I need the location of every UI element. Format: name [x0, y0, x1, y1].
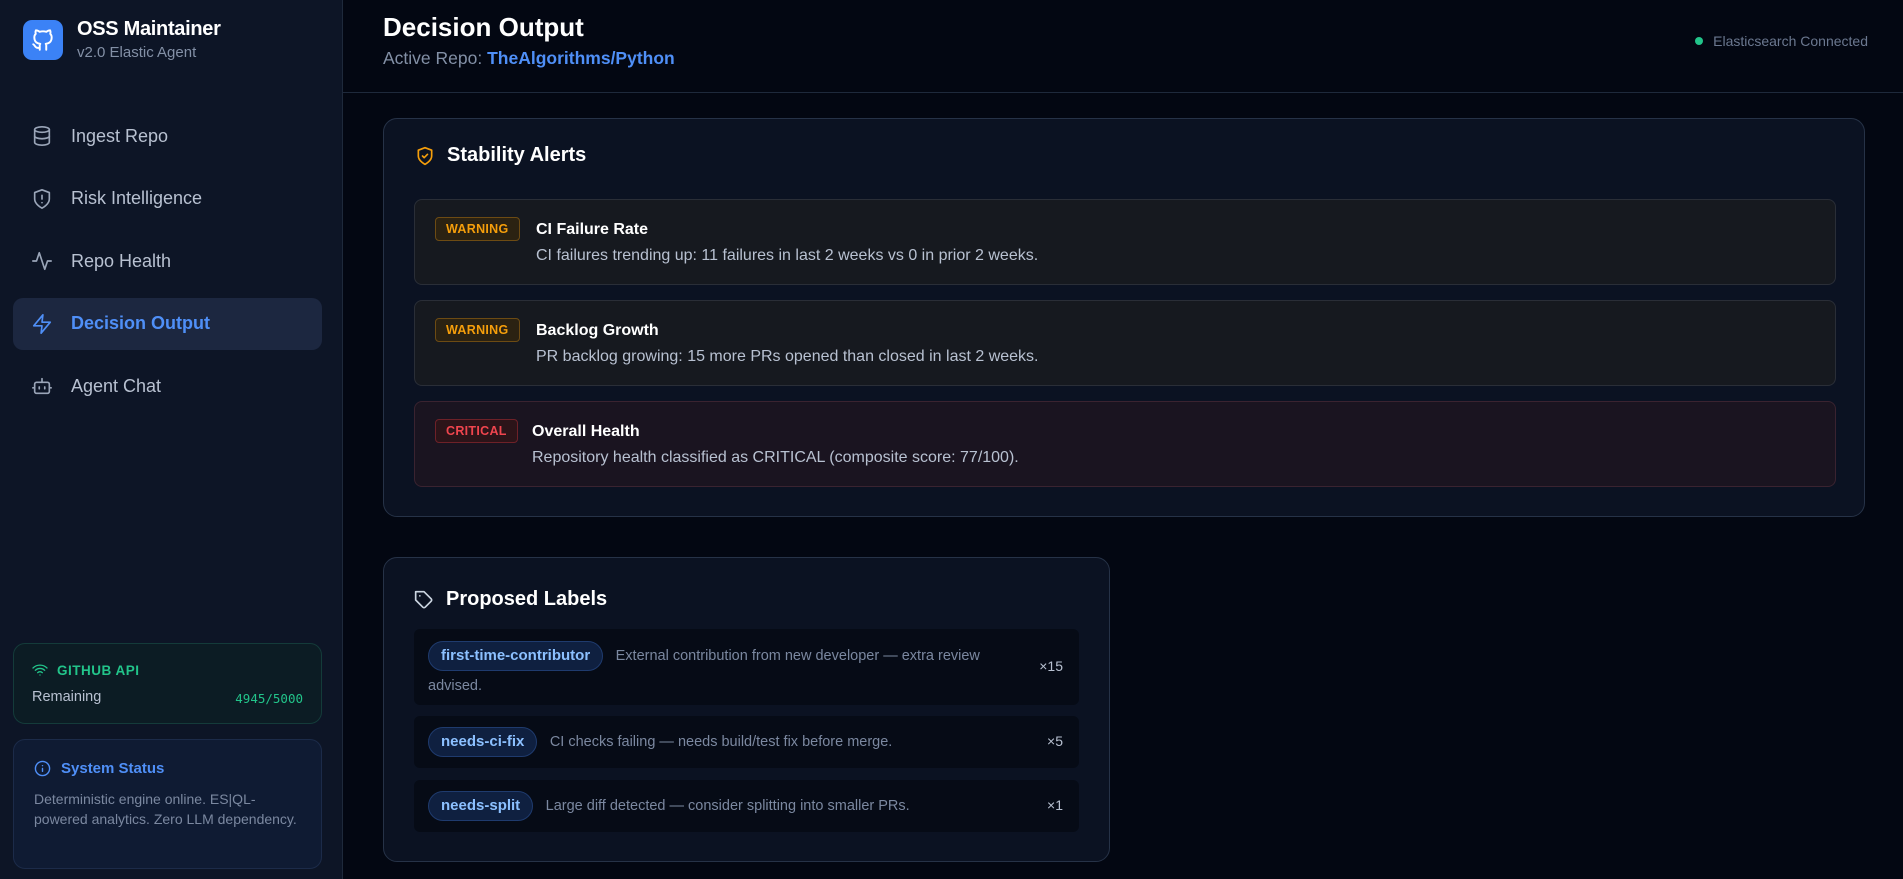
alert-card: WARNING Backlog Growth PR backlog growin… — [414, 300, 1836, 386]
info-icon — [34, 760, 51, 777]
label-count: ×5 — [1047, 733, 1063, 749]
brand: OSS Maintainer v2.0 Elastic Agent — [23, 18, 221, 61]
alert-description: Repository health classified as CRITICAL… — [532, 449, 1019, 466]
sidebar: OSS Maintainer v2.0 Elastic Agent Ingest… — [0, 0, 343, 879]
wifi-icon — [32, 664, 48, 676]
label-count: ×15 — [1039, 658, 1063, 674]
alert-title: Backlog Growth — [536, 322, 659, 339]
label-chip[interactable]: first-time-contributor — [428, 641, 604, 671]
sidebar-item-repo-health[interactable]: Repo Health — [13, 235, 322, 287]
label-row: first-time-contributor External contribu… — [414, 629, 1079, 705]
severity-badge: CRITICAL — [435, 419, 518, 443]
active-repo-link[interactable]: TheAlgorithms/Python — [487, 48, 675, 68]
label-description: CI checks failing — needs build/test fix… — [549, 734, 893, 750]
sidebar-item-label: Decision Output — [71, 313, 210, 333]
sidebar-item-decision-output[interactable]: Decision Output — [13, 297, 322, 350]
alert-card: CRITICAL Overall Health Repository healt… — [414, 401, 1836, 487]
alert-card: WARNING CI Failure Rate CI failures tren… — [414, 199, 1836, 285]
remaining-value: 4945/5000 — [235, 691, 303, 706]
sidebar-item-agent-chat[interactable]: Agent Chat — [13, 360, 322, 412]
sidebar-item-label: Repo Health — [71, 250, 172, 271]
sidebar-item-label: Risk Intelligence — [71, 188, 203, 208]
bot-icon — [32, 377, 52, 395]
alert-description: PR backlog growing: 15 more PRs opened t… — [536, 348, 1039, 365]
sidebar-item-ingest-repo[interactable]: Ingest Repo — [13, 110, 322, 162]
sidebar-item-label: Ingest Repo — [71, 125, 169, 146]
alert-title: Overall Health — [532, 423, 640, 440]
shield-alert-icon — [33, 188, 51, 209]
label-row: needs-ci-fix CI checks failing — needs b… — [414, 716, 1079, 768]
activity-icon — [32, 251, 52, 271]
sidebar-item-label: Agent Chat — [71, 375, 162, 396]
app-version: v2.0 Elastic Agent — [77, 44, 197, 61]
alert-description: CI failures trending up: 11 failures in … — [536, 247, 1039, 264]
panel-title-text: Proposed Labels — [446, 588, 608, 610]
label-chip[interactable]: needs-ci-fix — [428, 727, 538, 757]
system-status-title: System Status — [61, 760, 165, 777]
active-repo: Active Repo: TheAlgorithms/Python — [383, 48, 675, 69]
proposed-labels-title: Proposed Labels — [414, 588, 607, 611]
remaining-label: Remaining — [32, 689, 102, 705]
github-logo-icon — [23, 19, 63, 60]
proposed-labels-panel: Proposed Labels first-time-contributor E… — [383, 557, 1110, 862]
lightning-icon — [32, 313, 52, 334]
stability-alerts-title: Stability Alerts — [415, 144, 586, 167]
label-description: Large diff detected — consider splitting… — [545, 798, 910, 814]
shield-check-icon — [417, 146, 433, 165]
severity-badge: WARNING — [435, 318, 520, 342]
github-api-title: GITHUB API — [57, 662, 140, 678]
sidebar-nav: Ingest Repo Risk Intelligence Repo Healt… — [13, 110, 322, 423]
system-status-card: System Status Deterministic engine onlin… — [13, 739, 322, 869]
page-header: Decision Output Active Repo: TheAlgorith… — [343, 0, 1903, 93]
panel-title-text: Stability Alerts — [447, 144, 587, 166]
sidebar-item-risk-intelligence[interactable]: Risk Intelligence — [13, 173, 322, 225]
app-title: OSS Maintainer — [77, 18, 221, 40]
page-title: Decision Output — [383, 12, 584, 42]
active-repo-label: Active Repo: — [383, 48, 483, 68]
status-dot-icon — [1695, 37, 1704, 45]
label-count: ×1 — [1047, 797, 1063, 813]
stability-alerts-panel: Stability Alerts WARNING CI Failure Rate… — [383, 118, 1865, 517]
alert-title: CI Failure Rate — [536, 221, 649, 238]
label-row: needs-split Large diff detected — consid… — [414, 780, 1079, 832]
label-chip[interactable]: needs-split — [428, 791, 534, 821]
github-api-card: GITHUB API Remaining 4945/5000 — [13, 643, 322, 724]
connection-status-text: Elasticsearch Connected — [1713, 33, 1868, 49]
connection-status: Elasticsearch Connected — [1695, 33, 1868, 49]
tag-icon — [414, 590, 433, 608]
system-status-body: Deterministic engine online. ES|QL-power… — [34, 791, 297, 827]
database-icon — [33, 126, 51, 146]
severity-badge: WARNING — [435, 217, 520, 241]
